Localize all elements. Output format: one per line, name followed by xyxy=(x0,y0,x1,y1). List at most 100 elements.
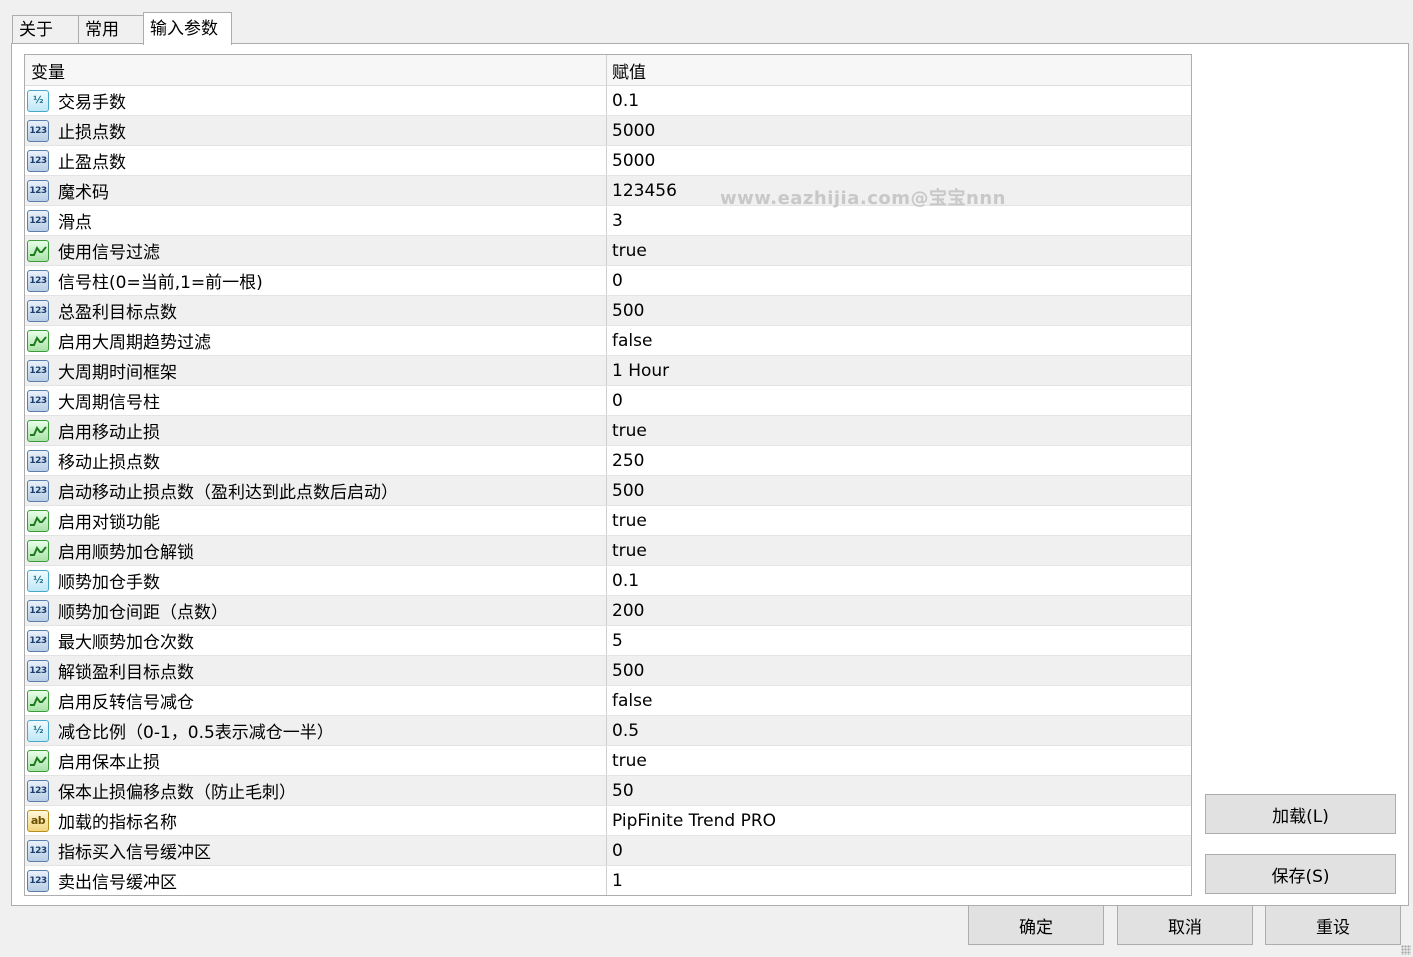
variable-cell[interactable]: 123 顺势加仓间距（点数） xyxy=(25,596,607,625)
variable-cell[interactable]: 123 移动止损点数 xyxy=(25,446,607,475)
variable-name: 保本止损偏移点数（防止毛刺） xyxy=(58,783,296,803)
table-row[interactable]: 123 信号柱(0=当前,1=前一根) 0 xyxy=(25,266,1191,296)
variable-cell[interactable]: 使用信号过滤 xyxy=(25,236,607,265)
value-cell[interactable]: 0.1 xyxy=(607,566,1191,595)
variable-cell[interactable]: ½ 减仓比例（0-1，0.5表示减仓一半） xyxy=(25,716,607,745)
value-cell[interactable]: 0 xyxy=(607,266,1191,295)
table-row[interactable]: 123 滑点 3 xyxy=(25,206,1191,236)
table-row[interactable]: 123 魔术码 123456 xyxy=(25,176,1191,206)
value-cell[interactable]: 1 Hour xyxy=(607,356,1191,385)
table-row[interactable]: 启用移动止损 true xyxy=(25,416,1191,446)
variable-cell[interactable]: 启用保本止损 xyxy=(25,746,607,775)
table-row[interactable]: 123 大周期时间框架 1 Hour xyxy=(25,356,1191,386)
variable-name: 魔术码 xyxy=(58,183,109,203)
variable-cell[interactable]: 启用对锁功能 xyxy=(25,506,607,535)
boolean-type-icon xyxy=(27,539,49,562)
variable-cell[interactable]: 123 止盈点数 xyxy=(25,146,607,175)
resize-grip[interactable] xyxy=(1401,945,1411,955)
table-row[interactable]: 启用对锁功能 true xyxy=(25,506,1191,536)
variable-name: 最大顺势加仓次数 xyxy=(58,633,194,653)
variable-name: 滑点 xyxy=(58,213,92,233)
table-row[interactable]: 123 解锁盈利目标点数 500 xyxy=(25,656,1191,686)
table-row[interactable]: 启用保本止损 true xyxy=(25,746,1191,776)
value-cell[interactable]: true xyxy=(607,506,1191,535)
value-cell[interactable]: 1 xyxy=(607,866,1191,895)
value-cell[interactable]: true xyxy=(607,536,1191,565)
table-row[interactable]: 启用大周期趋势过滤 false xyxy=(25,326,1191,356)
variable-cell[interactable]: 123 大周期时间框架 xyxy=(25,356,607,385)
variable-cell[interactable]: ½ 交易手数 xyxy=(25,86,607,115)
table-row[interactable]: 使用信号过滤 true xyxy=(25,236,1191,266)
variable-cell[interactable]: ½ 顺势加仓手数 xyxy=(25,566,607,595)
value-cell[interactable]: true xyxy=(607,416,1191,445)
save-button[interactable]: 保存(S) xyxy=(1205,854,1396,894)
value-cell[interactable]: 250 xyxy=(607,446,1191,475)
variable-cell[interactable]: 123 启动移动止损点数（盈利达到此点数后启动） xyxy=(25,476,607,505)
value-cell[interactable]: 5 xyxy=(607,626,1191,655)
table-row[interactable]: 123 大周期信号柱 0 xyxy=(25,386,1191,416)
boolean-type-icon xyxy=(27,749,49,772)
table-row[interactable]: ½ 顺势加仓手数 0.1 xyxy=(25,566,1191,596)
column-header-value[interactable]: 赋值 xyxy=(607,55,1191,85)
value-cell[interactable]: 500 xyxy=(607,476,1191,505)
table-row[interactable]: 123 指标买入信号缓冲区 0 xyxy=(25,836,1191,866)
variable-cell[interactable]: 123 止损点数 xyxy=(25,116,607,145)
value-cell[interactable]: 500 xyxy=(607,656,1191,685)
value-cell[interactable]: 5000 xyxy=(607,116,1191,145)
value-cell[interactable]: true xyxy=(607,746,1191,775)
value-cell[interactable]: 3 xyxy=(607,206,1191,235)
cancel-button[interactable]: 取消 xyxy=(1117,905,1253,945)
table-row[interactable]: 123 最大顺势加仓次数 5 xyxy=(25,626,1191,656)
reset-button[interactable]: 重设 xyxy=(1265,905,1401,945)
variable-name: 信号柱(0=当前,1=前一根) xyxy=(58,273,263,293)
variable-cell[interactable]: 123 保本止损偏移点数（防止毛刺） xyxy=(25,776,607,805)
variable-cell[interactable]: 启用移动止损 xyxy=(25,416,607,445)
integer-type-icon: 123 xyxy=(27,149,49,172)
value-cell[interactable]: false xyxy=(607,326,1191,355)
variable-cell[interactable]: 123 最大顺势加仓次数 xyxy=(25,626,607,655)
variable-cell[interactable]: 123 总盈利目标点数 xyxy=(25,296,607,325)
variable-cell[interactable]: 启用顺势加仓解锁 xyxy=(25,536,607,565)
value-cell[interactable]: false xyxy=(607,686,1191,715)
value-cell[interactable]: 5000 xyxy=(607,146,1191,175)
table-row[interactable]: ab 加载的指标名称 PipFinite Trend PRO xyxy=(25,806,1191,836)
table-row[interactable]: 123 移动止损点数 250 xyxy=(25,446,1191,476)
table-row[interactable]: 123 启动移动止损点数（盈利达到此点数后启动） 500 xyxy=(25,476,1191,506)
value-cell[interactable]: 500 xyxy=(607,296,1191,325)
table-row[interactable]: 123 止盈点数 5000 xyxy=(25,146,1191,176)
ok-button[interactable]: 确定 xyxy=(968,905,1104,945)
table-row[interactable]: 123 顺势加仓间距（点数） 200 xyxy=(25,596,1191,626)
tab-common[interactable]: 常用 xyxy=(78,15,144,43)
table-row[interactable]: 123 止损点数 5000 xyxy=(25,116,1191,146)
tab-inputs[interactable]: 输入参数 xyxy=(143,12,232,45)
value-cell[interactable]: 200 xyxy=(607,596,1191,625)
value-cell[interactable]: 0.5 xyxy=(607,716,1191,745)
table-row[interactable]: 123 卖出信号缓冲区 1 xyxy=(25,866,1191,895)
value-cell[interactable]: 50 xyxy=(607,776,1191,805)
value-cell[interactable]: true xyxy=(607,236,1191,265)
variable-cell[interactable]: 123 魔术码 xyxy=(25,176,607,205)
table-row[interactable]: ½ 减仓比例（0-1，0.5表示减仓一半） 0.5 xyxy=(25,716,1191,746)
variable-cell[interactable]: 123 滑点 xyxy=(25,206,607,235)
variable-cell[interactable]: 启用反转信号减仓 xyxy=(25,686,607,715)
table-row[interactable]: 123 总盈利目标点数 500 xyxy=(25,296,1191,326)
variable-cell[interactable]: 123 大周期信号柱 xyxy=(25,386,607,415)
table-row[interactable]: 123 保本止损偏移点数（防止毛刺） 50 xyxy=(25,776,1191,806)
value-cell[interactable]: 0.1 xyxy=(607,86,1191,115)
table-row[interactable]: 启用顺势加仓解锁 true xyxy=(25,536,1191,566)
variable-cell[interactable]: 启用大周期趋势过滤 xyxy=(25,326,607,355)
load-button[interactable]: 加载(L) xyxy=(1205,794,1396,834)
variable-cell[interactable]: ab 加载的指标名称 xyxy=(25,806,607,835)
variable-cell[interactable]: 123 信号柱(0=当前,1=前一根) xyxy=(25,266,607,295)
variable-cell[interactable]: 123 指标买入信号缓冲区 xyxy=(25,836,607,865)
tab-about[interactable]: 关于 xyxy=(12,15,79,43)
table-row[interactable]: ½ 交易手数 0.1 xyxy=(25,86,1191,116)
value-cell[interactable]: 0 xyxy=(607,836,1191,865)
variable-cell[interactable]: 123 卖出信号缓冲区 xyxy=(25,866,607,895)
column-header-variable[interactable]: 变量 xyxy=(25,55,607,85)
value-cell[interactable]: 123456 xyxy=(607,176,1191,205)
table-row[interactable]: 启用反转信号减仓 false xyxy=(25,686,1191,716)
variable-cell[interactable]: 123 解锁盈利目标点数 xyxy=(25,656,607,685)
value-cell[interactable]: 0 xyxy=(607,386,1191,415)
value-cell[interactable]: PipFinite Trend PRO xyxy=(607,806,1191,835)
